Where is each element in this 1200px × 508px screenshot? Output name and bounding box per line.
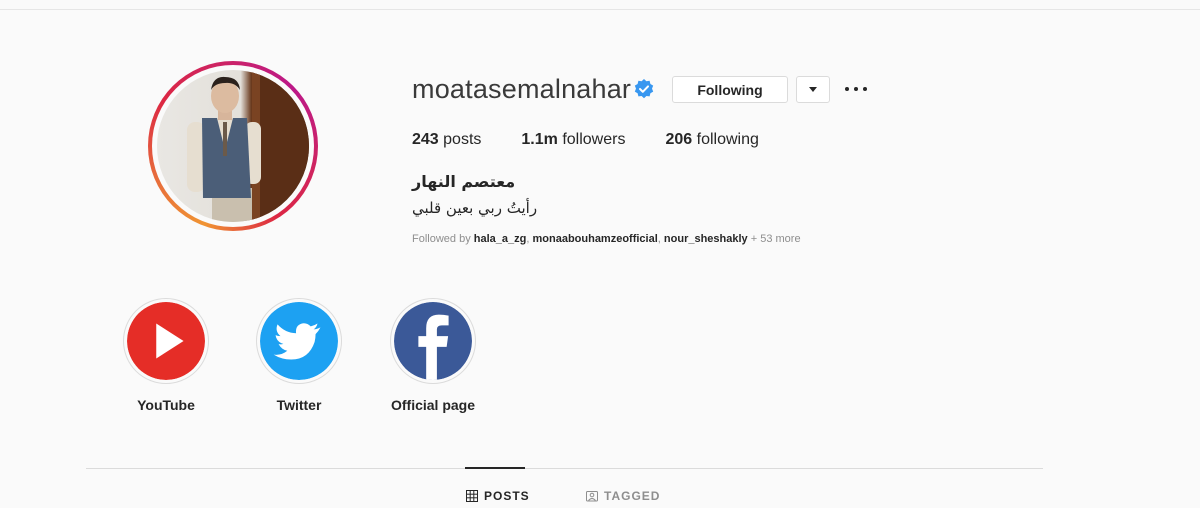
dot-icon [854, 87, 858, 91]
posts-label: posts [443, 131, 482, 148]
caret-down-icon [809, 86, 817, 92]
suggested-dropdown-button[interactable] [796, 76, 830, 103]
grid-icon [466, 490, 478, 502]
followed-by-more[interactable]: + 53 more [751, 233, 801, 245]
youtube-play-icon [127, 302, 205, 380]
followed-by-line[interactable]: Followed by hala_a_zg, monaabouhamzeoffi… [412, 233, 801, 245]
active-tab-indicator [465, 467, 525, 469]
following-count: 206 [665, 131, 693, 148]
profile-full-name: معتصم النهار [412, 172, 516, 191]
tab-tagged-label: TAGGED [604, 489, 661, 503]
follower-account-link[interactable]: nour_sheshakly [664, 233, 748, 245]
following-stat[interactable]: 206 following [665, 131, 758, 149]
tabs-divider [86, 468, 1043, 469]
followers-count: 1.1m [521, 131, 558, 148]
dot-icon [863, 87, 867, 91]
header-divider [0, 9, 1200, 10]
tag-icon [586, 491, 598, 502]
highlight-facebook[interactable]: Official page [388, 298, 478, 413]
profile-username: moatasemalnahar [412, 74, 632, 104]
posts-stat: 243 posts [412, 131, 481, 149]
twitter-bird-icon [260, 302, 338, 380]
person-photo-icon [187, 70, 309, 222]
followed-by-prefix: Followed by [412, 233, 471, 245]
avatar-photo [157, 70, 309, 222]
highlight-label: Official page [390, 397, 476, 413]
follower-account-link[interactable]: monaabouhamzeofficial [532, 233, 657, 245]
highlight-youtube[interactable]: YouTube [121, 298, 211, 413]
posts-count: 243 [412, 131, 439, 148]
highlight-label: Twitter [276, 397, 322, 413]
dot-icon [845, 87, 849, 91]
verified-badge-icon [634, 79, 654, 99]
tab-posts-label: POSTS [484, 489, 530, 503]
profile-avatar[interactable] [148, 61, 318, 231]
highlight-twitter[interactable]: Twitter [254, 298, 344, 413]
tab-tagged[interactable]: TAGGED [586, 489, 660, 503]
profile-stats: 243 posts 1.1m followers 206 following [412, 131, 799, 149]
followers-stat[interactable]: 1.1m followers [521, 131, 625, 149]
followers-label: followers [562, 131, 626, 148]
facebook-f-icon [394, 302, 472, 380]
following-button[interactable]: Following [672, 76, 788, 103]
following-label: following [696, 131, 759, 148]
more-options-button[interactable] [845, 80, 867, 98]
profile-bio: رأيتُ ربي بعين قلبي [412, 199, 538, 217]
highlight-label: YouTube [137, 397, 195, 413]
follower-account-link[interactable]: hala_a_zg [474, 233, 527, 245]
tab-posts[interactable]: POSTS [466, 489, 530, 503]
